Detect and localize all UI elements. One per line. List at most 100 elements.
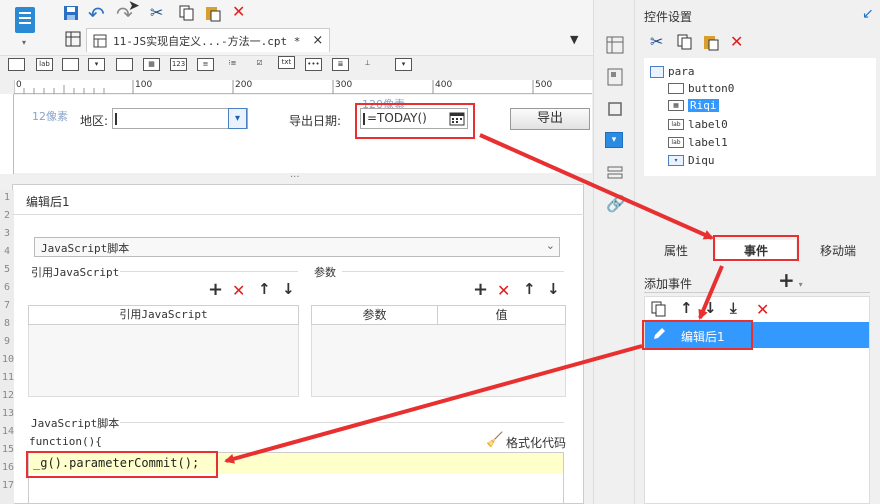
tree-item-para[interactable]: para [650,63,695,80]
paste-widget-icon[interactable] [702,33,720,51]
delete-event-icon[interactable]: ✕ [756,302,769,318]
line-number: 11 [2,372,15,383]
tab-close-icon[interactable]: × [312,33,323,48]
delete-widget-icon[interactable]: ✕ [730,34,743,50]
tree-item-label: button0 [688,82,735,95]
cell-properties-icon[interactable] [606,36,624,54]
horizontal-ruler: 0 100 200 300 400 500 [14,80,592,94]
line-number: 13 [2,408,15,419]
tab-menu-icon[interactable]: ▼ [570,33,578,46]
ruler-tick: 400 [435,80,453,90]
script-group-line [120,422,564,423]
move-down-ref-js-icon[interactable]: ↓ [282,280,295,298]
move-down-event-icon[interactable]: ↓ [704,299,717,317]
broom-icon[interactable]: 🧹 [486,432,503,448]
delete-icon[interactable]: ✕ [232,4,245,20]
text-widget-icon[interactable]: txt [278,56,295,69]
line-number: 1 [4,192,11,203]
script-section-label: JavaScript脚本 [31,417,120,430]
move-up-param-icon[interactable]: ↑ [523,280,536,298]
date-icon: ▦ [668,100,684,111]
copy-icon[interactable] [178,4,196,22]
parameter-pane: 12像素 地区: ▾ 导出日期: 120像素 =TODAY() 导出 [14,95,592,173]
add-event-button[interactable]: + ▾ [778,268,808,292]
form-icon [650,65,664,78]
combo-arrow-icon[interactable]: ▾ [228,108,247,129]
save-icon[interactable] [62,4,80,22]
tree-item-label0[interactable]: lab label0 [668,116,728,133]
ruler-tick: 300 [335,80,353,90]
add-ref-js-icon[interactable]: + [208,279,223,300]
add-param-icon[interactable]: + [473,279,488,300]
function-header: function(){ [29,435,102,448]
paste-icon[interactable] [204,4,222,22]
export-button[interactable]: 导出 [510,108,590,130]
tab-properties[interactable]: 属性 [638,240,714,262]
widget-settings-icon[interactable]: ▾ [605,132,623,148]
line-number: 4 [4,246,11,257]
cell-border-icon[interactable] [606,100,624,118]
copy-event-icon[interactable] [650,300,668,318]
ruler-tick: 100 [135,80,153,90]
format-code-button[interactable]: 格式化代码 [506,434,566,451]
checkbox-widget-icon[interactable]: ☑ [251,58,268,71]
report-tab[interactable]: 11-JS实现自定义...-方法一.cpt * × [86,28,330,52]
textarea-widget-icon[interactable]: ≡ [197,58,214,71]
move-bottom-event-icon[interactable]: ⤓ [730,299,737,317]
move-down-param-icon[interactable]: ↓ [547,280,560,298]
line-number: 5 [4,264,11,275]
move-up-event-icon[interactable]: ↑ [680,299,693,317]
col-header-value: 值 [437,305,566,325]
tree-item-diqu[interactable]: ▾ Diqu [668,152,715,169]
number-widget-icon[interactable]: 123 [170,58,187,71]
region-combo[interactable]: ▾ [112,108,248,129]
remove-ref-js-icon[interactable]: ✕ [232,283,245,299]
report-icon[interactable] [10,4,40,36]
combo-widget-icon[interactable]: ▾ [88,58,105,71]
more-widget-icon[interactable]: ▾ [395,58,412,71]
tree-item-button0[interactable]: button0 [668,80,734,97]
hyperlink-icon[interactable]: 🔗 [606,194,626,213]
collapse-panel-icon[interactable]: ↙ [862,6,874,22]
ref-js-label: 引用JavaScript [31,266,120,279]
tree-item-riqi[interactable]: ▦ Riqi [668,97,719,114]
condition-attr-icon[interactable] [606,164,624,182]
tree-item-label: label0 [688,118,728,131]
date-widget-icon[interactable]: ▦ [143,58,160,71]
tree-widget-icon[interactable]: ⊥ [359,58,376,71]
list-widget-icon[interactable]: ≣ [332,58,349,71]
pane-splitter[interactable]: ··· [290,172,300,183]
chevron-down-icon[interactable]: ⌄ [546,239,555,252]
copy-widget-icon[interactable] [676,33,694,51]
report-tab-title: 11-JS实现自定义...-方法一.cpt * [113,34,301,48]
password-widget-icon[interactable]: ••• [305,58,322,71]
grid-view-icon[interactable] [64,30,82,48]
form-widget-icon[interactable] [116,58,133,71]
line-number: 2 [4,210,11,221]
undo-icon[interactable]: ↶ [88,2,105,26]
report-dropdown-icon[interactable]: ▾ [22,38,26,47]
ruler-tick: 200 [235,80,253,90]
move-up-ref-js-icon[interactable]: ↑ [258,280,271,298]
cut-icon[interactable]: ✂ [150,3,163,22]
remove-param-icon[interactable]: ✕ [497,283,510,299]
line-number: 9 [4,336,11,347]
cut-widget-icon[interactable]: ✂ [650,32,663,51]
textbox-widget-icon[interactable] [8,58,25,71]
line-number: 6 [4,282,11,293]
dialog-title-divider [12,214,584,215]
script-type-select[interactable]: JavaScript脚本 ⌄ [34,237,560,257]
tree-item-label1[interactable]: lab label1 [668,134,728,151]
radio-widget-icon[interactable]: ⁝≡ [224,58,241,71]
line-number: 8 [4,318,11,329]
line-number: 7 [4,300,11,311]
line-number: 10 [2,354,15,365]
label-widget-icon[interactable]: lab [36,58,53,71]
tree-item-label: label1 [688,136,728,149]
line-number: 17 [2,480,15,491]
element-properties-icon[interactable] [606,68,624,86]
tab-mobile[interactable]: 移动端 [798,240,878,262]
button-widget-icon[interactable] [62,58,79,71]
combo-icon: ▾ [668,155,684,166]
side-icon-strip: ▾ 🔗 [593,0,635,504]
